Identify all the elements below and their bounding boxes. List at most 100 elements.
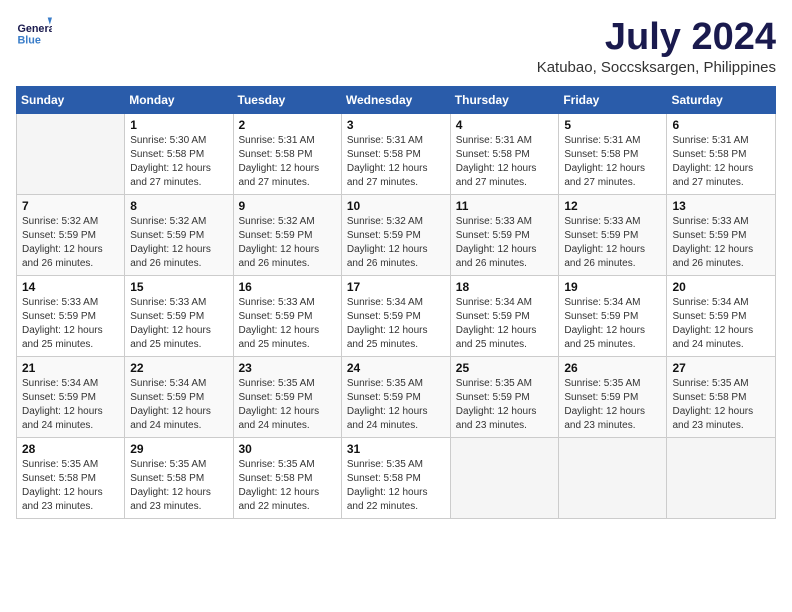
day-number: 16 — [239, 280, 336, 294]
calendar-cell — [17, 114, 125, 195]
weekday-thursday: Thursday — [450, 87, 559, 114]
day-info: Sunrise: 5:33 AM Sunset: 5:59 PM Dayligh… — [456, 215, 554, 271]
weekday-tuesday: Tuesday — [233, 87, 341, 114]
logo: General Blue — [16, 16, 52, 52]
day-info: Sunrise: 5:35 AM Sunset: 5:58 PM Dayligh… — [239, 458, 336, 514]
day-info: Sunrise: 5:35 AM Sunset: 5:58 PM Dayligh… — [22, 458, 119, 514]
day-number: 13 — [672, 199, 770, 213]
day-number: 19 — [564, 280, 661, 294]
day-info: Sunrise: 5:34 AM Sunset: 5:59 PM Dayligh… — [22, 377, 119, 433]
day-info: Sunrise: 5:32 AM Sunset: 5:59 PM Dayligh… — [347, 215, 445, 271]
day-info: Sunrise: 5:34 AM Sunset: 5:59 PM Dayligh… — [672, 296, 770, 352]
calendar-cell: 2Sunrise: 5:31 AM Sunset: 5:58 PM Daylig… — [233, 114, 341, 195]
day-number: 12 — [564, 199, 661, 213]
day-info: Sunrise: 5:33 AM Sunset: 5:59 PM Dayligh… — [130, 296, 227, 352]
day-info: Sunrise: 5:35 AM Sunset: 5:59 PM Dayligh… — [239, 377, 336, 433]
day-info: Sunrise: 5:34 AM Sunset: 5:59 PM Dayligh… — [564, 296, 661, 352]
day-info: Sunrise: 5:31 AM Sunset: 5:58 PM Dayligh… — [239, 134, 336, 190]
day-info: Sunrise: 5:34 AM Sunset: 5:59 PM Dayligh… — [347, 296, 445, 352]
calendar-cell: 16 Sunrise: 5:33 AM Sunset: 5:59 PM Dayli… — [233, 276, 341, 357]
day-number: 4 — [456, 118, 554, 132]
title-block: July 2024 Katubao, Soccsksargen, Philipp… — [537, 16, 776, 76]
day-info: Sunrise: 5:35 AM Sunset: 5:59 PM Dayligh… — [564, 377, 661, 433]
day-number: 27 — [672, 361, 770, 375]
day-number: 8 — [130, 199, 227, 213]
day-number: 3 — [347, 118, 445, 132]
day-number: 25 — [456, 361, 554, 375]
day-info: Sunrise: 5:33 AM Sunset: 5:59 PM Dayligh… — [564, 215, 661, 271]
day-number: 9 — [239, 199, 336, 213]
calendar-cell: 24Sunrise: 5:35 AM Sunset: 5:59 PM Dayli… — [341, 357, 450, 438]
day-number: 22 — [130, 361, 227, 375]
week-row-1: 1Sunrise: 5:30 AM Sunset: 5:58 PM Daylig… — [17, 114, 776, 195]
day-info: Sunrise: 5:35 AM Sunset: 5:58 PM Dayligh… — [347, 458, 445, 514]
calendar-cell: 22Sunrise: 5:34 AM Sunset: 5:59 PM Dayli… — [125, 357, 233, 438]
day-info: Sunrise: 5:32 AM Sunset: 5:59 PM Dayligh… — [22, 215, 119, 271]
calendar-cell: 26 Sunrise: 5:35 AM Sunset: 5:59 PM Dayli… — [559, 357, 667, 438]
calendar-cell: 17 Sunrise: 5:34 AM Sunset: 5:59 PM Dayli… — [341, 276, 450, 357]
calendar-cell: 3 Sunrise: 5:31 AM Sunset: 5:58 PM Daylig… — [341, 114, 450, 195]
calendar-cell — [667, 438, 776, 519]
day-info: Sunrise: 5:35 AM Sunset: 5:59 PM Dayligh… — [456, 377, 554, 433]
day-number: 6 — [672, 118, 770, 132]
week-row-3: 14 Sunrise: 5:33 AM Sunset: 5:59 PM Dayli… — [17, 276, 776, 357]
calendar-table: SundayMondayTuesdayWednesdayThursdayFrid… — [16, 86, 776, 519]
calendar-cell — [450, 438, 559, 519]
day-number: 18 — [456, 280, 554, 294]
day-number: 30 — [239, 442, 336, 456]
day-number: 21 — [22, 361, 119, 375]
calendar-cell: 19 Sunrise: 5:34 AM Sunset: 5:59 PM Dayli… — [559, 276, 667, 357]
calendar-cell: 14 Sunrise: 5:33 AM Sunset: 5:59 PM Dayli… — [17, 276, 125, 357]
calendar-cell: 20 Sunrise: 5:34 AM Sunset: 5:59 PM Dayli… — [667, 276, 776, 357]
day-number: 5 — [564, 118, 661, 132]
calendar-cell — [559, 438, 667, 519]
day-info: Sunrise: 5:34 AM Sunset: 5:59 PM Dayligh… — [456, 296, 554, 352]
day-number: 20 — [672, 280, 770, 294]
calendar-cell: 25 Sunrise: 5:35 AM Sunset: 5:59 PM Dayli… — [450, 357, 559, 438]
calendar-cell: 4 Sunrise: 5:31 AM Sunset: 5:58 PM Daylig… — [450, 114, 559, 195]
day-info: Sunrise: 5:35 AM Sunset: 5:59 PM Dayligh… — [347, 377, 445, 433]
day-info: Sunrise: 5:31 AM Sunset: 5:58 PM Dayligh… — [672, 134, 770, 190]
calendar-cell: 18 Sunrise: 5:34 AM Sunset: 5:59 PM Dayli… — [450, 276, 559, 357]
calendar-cell: 6 Sunrise: 5:31 AM Sunset: 5:58 PM Daylig… — [667, 114, 776, 195]
calendar-cell: 10Sunrise: 5:32 AM Sunset: 5:59 PM Dayli… — [341, 195, 450, 276]
calendar-cell: 15 Sunrise: 5:33 AM Sunset: 5:59 PM Dayli… — [125, 276, 233, 357]
weekday-sunday: Sunday — [17, 87, 125, 114]
day-info: Sunrise: 5:35 AM Sunset: 5:58 PM Dayligh… — [672, 377, 770, 433]
day-number: 26 — [564, 361, 661, 375]
svg-text:General: General — [17, 23, 52, 35]
week-row-4: 21 Sunrise: 5:34 AM Sunset: 5:59 PM Dayli… — [17, 357, 776, 438]
day-info: Sunrise: 5:31 AM Sunset: 5:58 PM Dayligh… — [564, 134, 661, 190]
day-number: 31 — [347, 442, 445, 456]
calendar-cell: 8 Sunrise: 5:32 AM Sunset: 5:59 PM Daylig… — [125, 195, 233, 276]
calendar-cell: 13Sunrise: 5:33 AM Sunset: 5:59 PM Dayli… — [667, 195, 776, 276]
calendar-cell: 31 Sunrise: 5:35 AM Sunset: 5:58 PM Dayli… — [341, 438, 450, 519]
calendar-cell: 21 Sunrise: 5:34 AM Sunset: 5:59 PM Dayli… — [17, 357, 125, 438]
day-info: Sunrise: 5:33 AM Sunset: 5:59 PM Dayligh… — [22, 296, 119, 352]
day-number: 23 — [239, 361, 336, 375]
day-info: Sunrise: 5:32 AM Sunset: 5:59 PM Dayligh… — [130, 215, 227, 271]
day-info: Sunrise: 5:31 AM Sunset: 5:58 PM Dayligh… — [456, 134, 554, 190]
page-header: General Blue July 2024 Katubao, Soccsksa… — [16, 16, 776, 76]
day-number: 29 — [130, 442, 227, 456]
day-number: 17 — [347, 280, 445, 294]
logo-svg: General Blue — [16, 16, 52, 52]
weekday-monday: Monday — [125, 87, 233, 114]
calendar-cell: 1Sunrise: 5:30 AM Sunset: 5:58 PM Daylig… — [125, 114, 233, 195]
weekday-friday: Friday — [559, 87, 667, 114]
location-text: Katubao, Soccsksargen, Philippines — [537, 59, 776, 76]
day-number: 14 — [22, 280, 119, 294]
day-info: Sunrise: 5:33 AM Sunset: 5:59 PM Dayligh… — [239, 296, 336, 352]
calendar-cell: 30 Sunrise: 5:35 AM Sunset: 5:58 PM Dayli… — [233, 438, 341, 519]
day-info: Sunrise: 5:30 AM Sunset: 5:58 PM Dayligh… — [130, 134, 227, 190]
day-number: 28 — [22, 442, 119, 456]
calendar-cell: 7Sunrise: 5:32 AM Sunset: 5:59 PM Daylig… — [17, 195, 125, 276]
day-number: 15 — [130, 280, 227, 294]
week-row-2: 7Sunrise: 5:32 AM Sunset: 5:59 PM Daylig… — [17, 195, 776, 276]
day-info: Sunrise: 5:31 AM Sunset: 5:58 PM Dayligh… — [347, 134, 445, 190]
day-info: Sunrise: 5:35 AM Sunset: 5:58 PM Dayligh… — [130, 458, 227, 514]
svg-text:Blue: Blue — [17, 34, 40, 46]
week-row-5: 28 Sunrise: 5:35 AM Sunset: 5:58 PM Dayli… — [17, 438, 776, 519]
day-number: 11 — [456, 199, 554, 213]
calendar-cell: 5 Sunrise: 5:31 AM Sunset: 5:58 PM Daylig… — [559, 114, 667, 195]
